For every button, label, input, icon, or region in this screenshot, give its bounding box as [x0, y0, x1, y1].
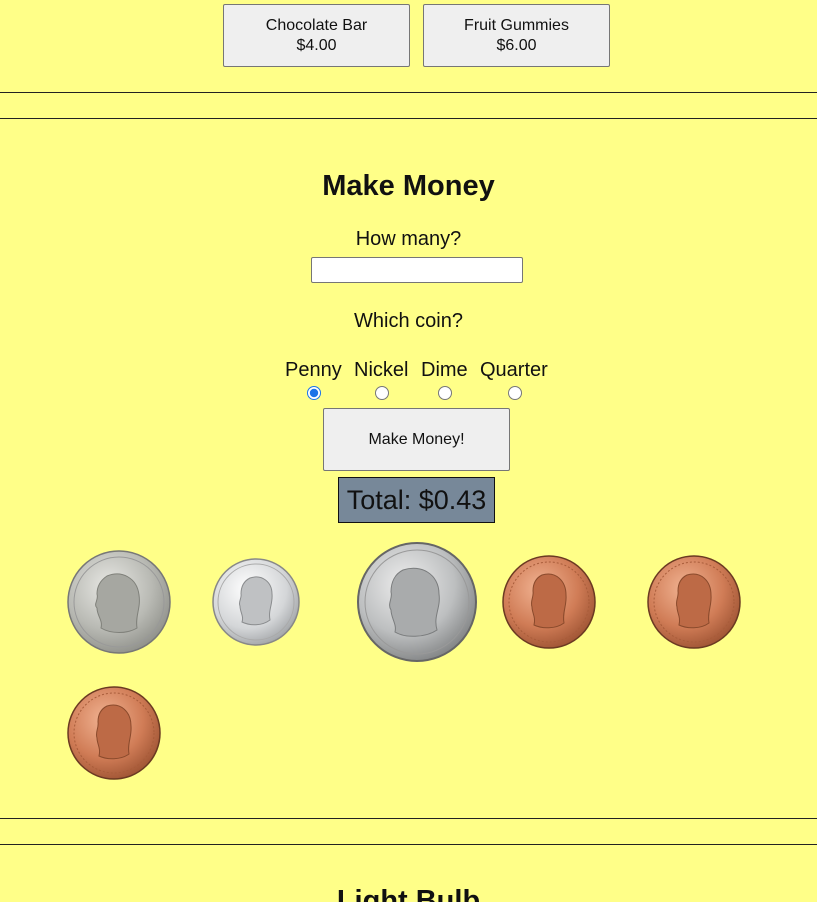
light-bulb-title: Light Bulb	[336, 885, 481, 902]
make-money-title: Make Money	[322, 170, 495, 202]
chocolate-bar-button[interactable]: Chocolate Bar $4.00	[223, 4, 410, 67]
divider	[0, 92, 817, 93]
penny-coin-image	[67, 686, 161, 780]
how-many-label: How many?	[355, 228, 462, 250]
how-many-input[interactable]	[311, 257, 523, 283]
penny-coin-image	[502, 555, 596, 649]
snack-price: $6.00	[496, 36, 537, 54]
snack-name: Chocolate Bar	[265, 16, 368, 34]
penny-coin-image	[647, 555, 741, 649]
page: Chocolate Bar $4.00 Fruit Gummies $6.00 …	[0, 0, 817, 902]
fruit-gummies-button[interactable]: Fruit Gummies $6.00	[423, 4, 610, 67]
nickel-label: Nickel	[354, 359, 409, 381]
dime-label: Dime	[421, 359, 468, 381]
divider	[0, 818, 817, 819]
dime-coin-image	[212, 558, 300, 646]
make-money-button[interactable]: Make Money!	[323, 408, 510, 471]
penny-radio[interactable]	[307, 386, 321, 400]
dime-radio[interactable]	[438, 386, 452, 400]
snack-name: Fruit Gummies	[464, 16, 569, 34]
penny-label: Penny	[285, 359, 342, 381]
total-display: Total: $0.43	[338, 477, 495, 523]
quarter-coin-image	[357, 542, 477, 662]
which-coin-label: Which coin?	[354, 310, 463, 332]
snack-price: $4.00	[296, 36, 337, 54]
nickel-coin-image	[67, 550, 171, 654]
quarter-label: Quarter	[480, 359, 548, 381]
divider	[0, 118, 817, 119]
quarter-radio[interactable]	[508, 386, 522, 400]
nickel-radio[interactable]	[375, 386, 389, 400]
divider	[0, 844, 817, 845]
